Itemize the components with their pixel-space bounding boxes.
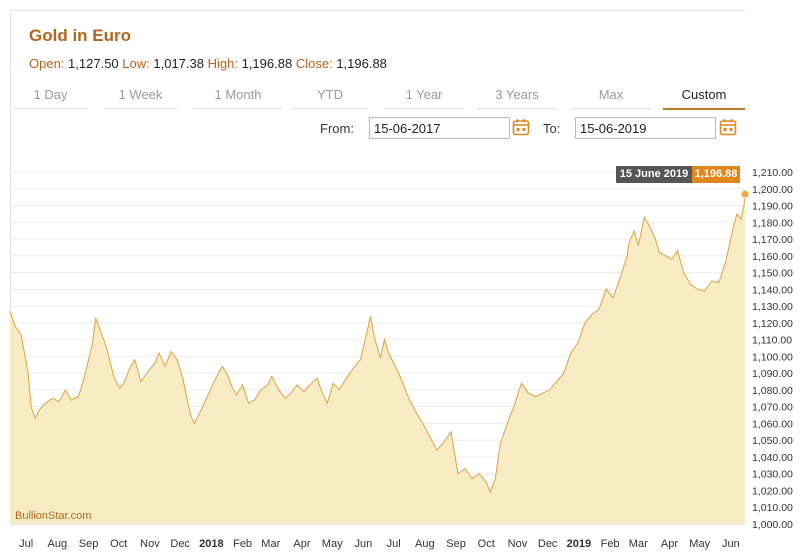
x-tick-label: Apr: [661, 538, 678, 550]
y-tick-label: 1,190.00: [752, 201, 793, 213]
x-tick-label: Aug: [48, 538, 68, 550]
y-tick-label: 1,160.00: [752, 251, 793, 263]
y-tick-label: 1,000.00: [752, 519, 793, 531]
y-tick-label: 1,010.00: [752, 502, 793, 514]
y-tick-label: 1,050.00: [752, 435, 793, 447]
y-tick-label: 1,040.00: [752, 452, 793, 464]
x-tick-label: Jun: [355, 538, 373, 550]
x-tick-label: Mar: [261, 538, 280, 550]
x-tick-label: Mar: [629, 538, 648, 550]
y-tick-label: 1,200.00: [752, 184, 793, 196]
y-tick-label: 1,170.00: [752, 234, 793, 246]
y-axis: 1,000.00 1,010.00 1,020.00 1,030.00 1,040.00…: [752, 167, 793, 531]
x-tick-label: Aug: [415, 538, 435, 550]
last-price-marker: [740, 189, 750, 199]
y-tick-label: 1,130.00: [752, 301, 793, 313]
y-tick-label: 1,020.00: [752, 485, 793, 497]
y-tick-label: 1,060.00: [752, 418, 793, 430]
x-tick-label: Feb: [233, 538, 252, 550]
x-tick-label: Dec: [538, 538, 558, 550]
y-tick-label: 1,140.00: [752, 284, 793, 296]
x-tick-label: Jul: [387, 538, 401, 550]
x-tick-label: Oct: [110, 538, 127, 550]
y-tick-label: 1,180.00: [752, 217, 793, 229]
x-tick-label: Nov: [508, 538, 528, 550]
x-tick-label: Feb: [601, 538, 620, 550]
x-tick-label: May: [689, 538, 710, 550]
x-tick-label: Oct: [478, 538, 495, 550]
y-tick-label: 1,030.00: [752, 469, 793, 481]
x-tick-label: Jul: [19, 538, 33, 550]
x-tick-label: 2018: [199, 538, 223, 550]
x-tick-label: 2019: [567, 538, 591, 550]
x-tick-label: May: [322, 538, 343, 550]
price-area: [10, 194, 745, 524]
y-tick-label: 1,100.00: [752, 351, 793, 363]
tooltip-date: 15 June 2019: [616, 166, 692, 183]
y-tick-label: 1,110.00: [752, 335, 792, 347]
x-tick-label: Nov: [140, 538, 160, 550]
x-tick-label: Jun: [722, 538, 740, 550]
y-tick-label: 1,090.00: [752, 368, 793, 380]
x-tick-label: Dec: [170, 538, 190, 550]
chart-plot: 1,000.00 1,010.00 1,020.00 1,030.00 1,040.00…: [9, 167, 793, 550]
watermark-text: BullionStar.com: [15, 510, 92, 522]
y-tick-label: 1,150.00: [752, 268, 793, 280]
x-tick-label: Sep: [446, 538, 466, 550]
x-tick-label: Sep: [79, 538, 99, 550]
tooltip-value: 1,196.88: [692, 166, 740, 183]
y-tick-label: 1,070.00: [752, 402, 793, 414]
y-tick-label: 1,080.00: [752, 385, 793, 397]
x-tick-label: Apr: [293, 538, 310, 550]
y-tick-label: 1,210.00: [752, 167, 793, 179]
y-tick-label: 1,120.00: [752, 318, 793, 330]
x-axis: Jul Aug Sep Oct Nov Dec 2018 Feb Mar Apr May Jun Jul…: [19, 538, 740, 550]
